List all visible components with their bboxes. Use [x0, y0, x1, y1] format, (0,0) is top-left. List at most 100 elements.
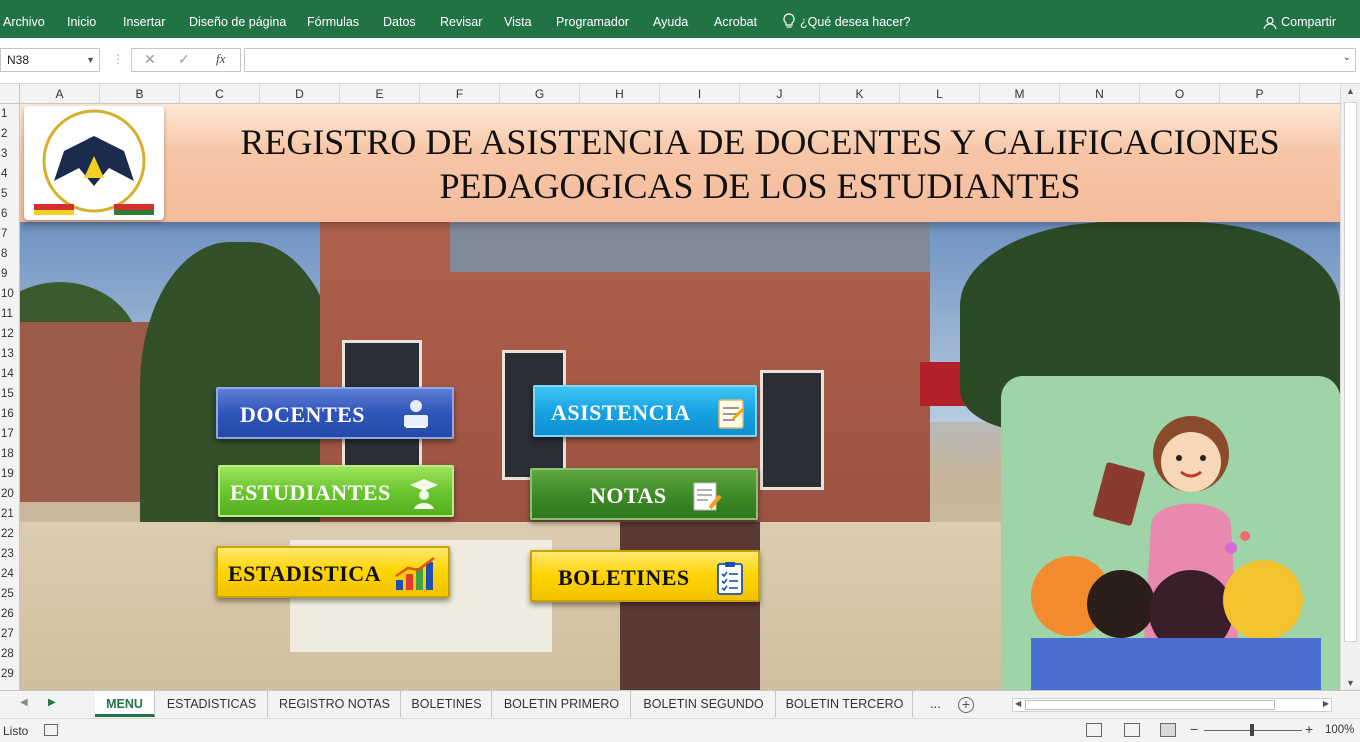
page-layout-view-icon[interactable] — [1124, 723, 1140, 737]
row-header[interactable]: 12 — [0, 324, 19, 344]
column-header[interactable]: E — [340, 84, 420, 104]
row-header[interactable]: 2 — [0, 124, 19, 144]
vertical-scrollbar[interactable]: ▲ ▼ — [1340, 84, 1360, 690]
column-header[interactable]: G — [500, 84, 580, 104]
row-header[interactable]: 23 — [0, 544, 19, 564]
row-header[interactable]: 6 — [0, 204, 19, 224]
horizontal-scrollbar[interactable]: ◀ ▶ — [1012, 698, 1332, 712]
column-header[interactable]: P — [1220, 84, 1300, 104]
tell-me-search[interactable]: ¿Qué desea hacer? — [782, 0, 911, 38]
estadistica-button[interactable]: ESTADISTICA — [216, 546, 450, 598]
zoom-out-icon[interactable]: − — [1190, 721, 1198, 737]
row-header[interactable]: 10 — [0, 284, 19, 304]
scroll-up-icon[interactable]: ▲ — [1346, 86, 1355, 96]
column-header[interactable]: H — [580, 84, 660, 104]
column-header[interactable]: A — [20, 84, 100, 104]
row-header[interactable]: 21 — [0, 504, 19, 524]
row-header[interactable]: 22 — [0, 524, 19, 544]
sheet-tab-menu[interactable]: MENU — [95, 691, 155, 717]
row-header[interactable]: 18 — [0, 444, 19, 464]
tab-revisar[interactable]: Revisar — [440, 0, 482, 38]
tab-archivo[interactable]: Archivo — [3, 0, 45, 38]
row-header[interactable]: 26 — [0, 604, 19, 624]
zoom-in-icon[interactable]: + — [1305, 721, 1313, 737]
tab-vista[interactable]: Vista — [504, 0, 532, 38]
column-header[interactable]: D — [260, 84, 340, 104]
column-header[interactable]: B — [100, 84, 180, 104]
sheet-tab-boletin-tercero[interactable]: BOLETIN TERCERO — [777, 691, 913, 717]
tab-inicio[interactable]: Inicio — [67, 0, 96, 38]
tab-formulas[interactable]: Fórmulas — [307, 0, 359, 38]
tab-insertar[interactable]: Insertar — [123, 0, 165, 38]
zoom-slider-thumb[interactable] — [1250, 724, 1254, 736]
sheet-canvas[interactable]: REGISTRO DE ASISTENCIA DE DOCENTES Y CAL… — [20, 104, 1340, 690]
row-header[interactable]: 19 — [0, 464, 19, 484]
macro-record-icon[interactable] — [44, 724, 58, 736]
row-header[interactable]: 29 — [0, 664, 19, 684]
column-header[interactable]: C — [180, 84, 260, 104]
add-sheet-icon[interactable]: + — [958, 697, 974, 713]
scroll-thumb[interactable] — [1344, 102, 1357, 642]
insert-function-button[interactable]: fx — [216, 51, 225, 67]
name-box[interactable]: N38 ▼ — [0, 48, 100, 72]
row-header[interactable]: 24 — [0, 564, 19, 584]
sheet-tab-boletin-primero[interactable]: BOLETIN PRIMERO — [493, 691, 631, 717]
chevron-down-icon[interactable]: ▼ — [86, 49, 95, 71]
row-header[interactable]: 3 — [0, 144, 19, 164]
scroll-down-icon[interactable]: ▼ — [1346, 678, 1355, 688]
column-header[interactable]: O — [1140, 84, 1220, 104]
notas-button[interactable]: NOTAS — [530, 468, 758, 520]
scroll-thumb[interactable] — [1025, 700, 1275, 710]
scroll-left-icon[interactable]: ◀ — [1015, 699, 1021, 708]
row-header[interactable]: 4 — [0, 164, 19, 184]
row-header[interactable]: 20 — [0, 484, 19, 504]
row-header[interactable]: 28 — [0, 644, 19, 664]
row-header[interactable]: 11 — [0, 304, 19, 324]
sheet-tab-boletin-segundo[interactable]: BOLETIN SEGUNDO — [632, 691, 776, 717]
docentes-button[interactable]: DOCENTES — [216, 387, 454, 439]
row-header[interactable]: 8 — [0, 244, 19, 264]
column-header[interactable]: M — [980, 84, 1060, 104]
tab-programador[interactable]: Programador — [556, 0, 629, 38]
tab-diseno-pagina[interactable]: Diseño de página — [189, 0, 286, 38]
page-break-view-icon[interactable] — [1160, 723, 1176, 737]
column-header[interactable]: N — [1060, 84, 1140, 104]
row-header[interactable]: 15 — [0, 384, 19, 404]
row-header[interactable]: 25 — [0, 584, 19, 604]
row-header[interactable]: 17 — [0, 424, 19, 444]
sheet-tab-estadisticas[interactable]: ESTADISTICAS — [156, 691, 268, 717]
row-header[interactable]: 16 — [0, 404, 19, 424]
zoom-level[interactable]: 100% — [1325, 724, 1354, 736]
tab-ayuda[interactable]: Ayuda — [653, 0, 688, 38]
row-header[interactable]: 14 — [0, 364, 19, 384]
sheet-tab-registro-notas[interactable]: REGISTRO NOTAS — [269, 691, 401, 717]
column-header[interactable]: J — [740, 84, 820, 104]
cancel-icon[interactable]: ✕ — [144, 51, 156, 68]
share-button[interactable]: Compartir — [1263, 0, 1336, 38]
splitter-handle[interactable]: ⋮ — [112, 52, 124, 66]
formula-input[interactable]: ⌄ — [244, 48, 1356, 72]
prev-sheet-icon[interactable]: ◀ — [20, 697, 28, 708]
enter-icon[interactable]: ✓ — [178, 51, 190, 68]
row-header[interactable]: 27 — [0, 624, 19, 644]
row-header[interactable]: 5 — [0, 184, 19, 204]
tab-acrobat[interactable]: Acrobat — [714, 0, 757, 38]
scroll-right-icon[interactable]: ▶ — [1323, 699, 1329, 708]
row-header[interactable]: 7 — [0, 224, 19, 244]
next-sheet-icon[interactable]: ▶ — [48, 697, 56, 708]
boletines-button[interactable]: BOLETINES — [530, 550, 760, 602]
select-all-corner[interactable] — [0, 84, 20, 104]
row-header[interactable]: 9 — [0, 264, 19, 284]
tab-datos[interactable]: Datos — [383, 0, 416, 38]
asistencia-button[interactable]: ASISTENCIA — [533, 385, 757, 437]
more-sheets-button[interactable]: ... — [930, 691, 941, 717]
column-header[interactable]: F — [420, 84, 500, 104]
column-header[interactable]: L — [900, 84, 980, 104]
expand-formula-icon[interactable]: ⌄ — [1343, 52, 1351, 63]
column-header[interactable]: I — [660, 84, 740, 104]
estudiantes-button[interactable]: ESTUDIANTES — [218, 465, 454, 517]
row-header[interactable]: 1 — [0, 104, 19, 124]
sheet-tab-boletines[interactable]: BOLETINES — [402, 691, 492, 717]
normal-view-icon[interactable] — [1086, 723, 1102, 737]
row-header[interactable]: 13 — [0, 344, 19, 364]
